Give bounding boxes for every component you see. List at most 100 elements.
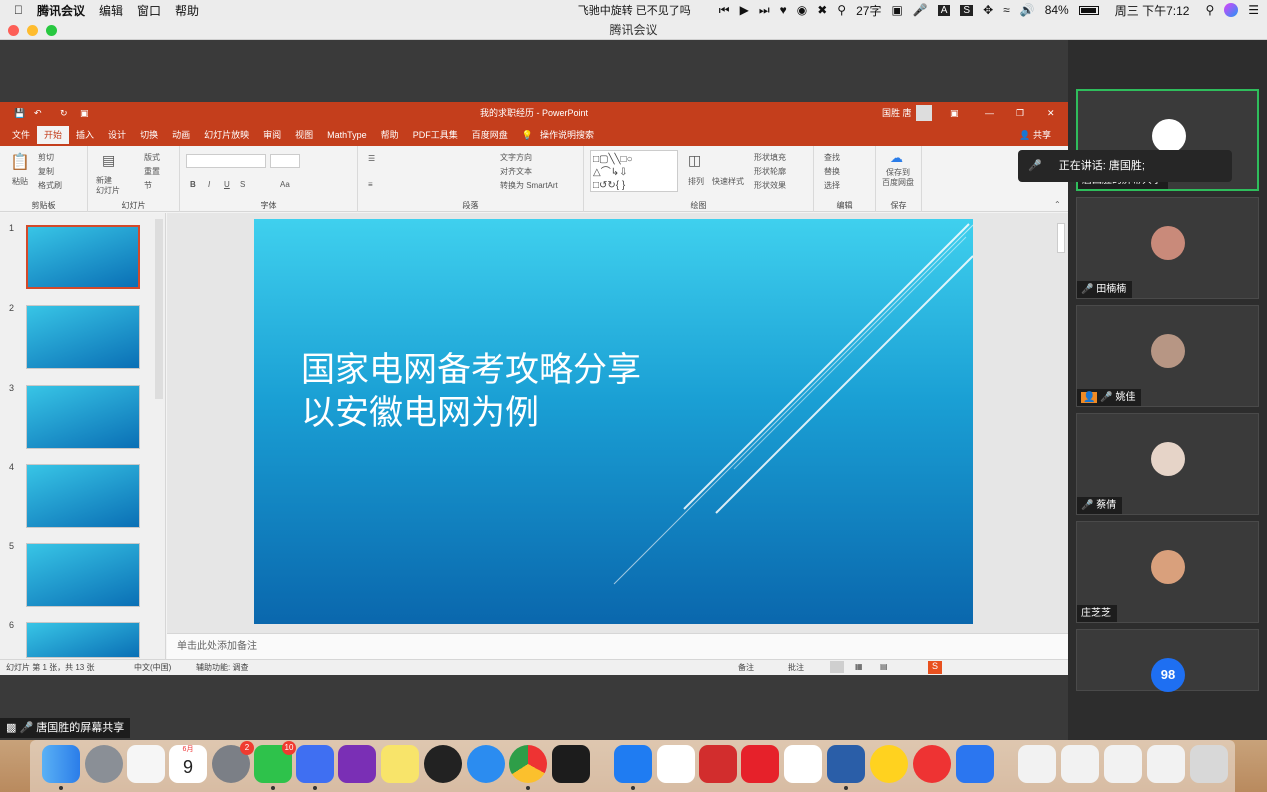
sogou-ime-icon[interactable]: S xyxy=(928,661,942,674)
ribbon-display-icon[interactable]: ▣ xyxy=(950,102,959,124)
font-name-select[interactable] xyxy=(186,154,266,168)
status-comments-button[interactable]: 批注 xyxy=(788,662,804,673)
screen-share-label[interactable]: ▩ 🎤 唐国胜的屏幕共享 xyxy=(0,718,131,738)
close-button[interactable] xyxy=(8,25,19,36)
safari-icon[interactable] xyxy=(467,745,505,783)
normal-view-icon[interactable] xyxy=(830,661,844,673)
shadow-icon[interactable]: S xyxy=(240,180,245,189)
tab-slideshow[interactable]: 幻灯片放映 xyxy=(197,126,256,144)
text-direction-button[interactable]: 文字方向 xyxy=(500,152,532,163)
recent-doc-1-icon[interactable] xyxy=(1018,745,1056,783)
align-left-icon[interactable]: ≡ xyxy=(368,180,373,189)
reading-view-icon[interactable]: ▤ xyxy=(880,662,888,671)
tab-animations[interactable]: 动画 xyxy=(165,126,197,144)
select-button[interactable]: 选择 xyxy=(824,180,840,191)
replace-button[interactable]: 替换 xyxy=(824,166,840,177)
menu-window[interactable]: 窗口 xyxy=(137,2,161,19)
qq-icon[interactable] xyxy=(424,745,462,783)
ppt-restore-icon[interactable]: ❐ xyxy=(1016,102,1024,124)
participant-tile-2[interactable]: 🎤 田楠楠 xyxy=(1076,197,1259,299)
next-track-icon[interactable]: ⏭ xyxy=(759,3,770,18)
editor-scrollbar[interactable] xyxy=(1057,223,1065,253)
tab-view[interactable]: 视图 xyxy=(288,126,320,144)
finder-icon[interactable] xyxy=(42,745,80,783)
pycharm-icon[interactable] xyxy=(552,745,590,783)
prev-track-icon[interactable]: ⏮ xyxy=(719,3,730,18)
user-avatar-icon[interactable] xyxy=(916,105,932,121)
globe-icon[interactable]: ◉ xyxy=(797,3,807,17)
recent-doc-2-icon[interactable] xyxy=(1061,745,1099,783)
status-language[interactable]: 中文(中国) xyxy=(134,662,171,673)
tab-file[interactable]: 文件 xyxy=(5,126,37,144)
launchpad-icon[interactable] xyxy=(85,745,123,783)
participant-tile-6[interactable]: 98 xyxy=(1076,629,1259,692)
baidu-cloud-icon[interactable]: ☁ xyxy=(890,150,903,166)
zoom-button[interactable] xyxy=(46,25,57,36)
slide-thumb-6[interactable] xyxy=(26,622,140,658)
slide-thumb-4[interactable] xyxy=(26,464,140,528)
tab-baidu[interactable]: 百度网盘 xyxy=(465,126,515,144)
tencent-meeting-icon[interactable] xyxy=(614,745,652,783)
save-baidu-button[interactable]: 保存到 百度网盘 xyxy=(882,168,914,188)
ppt-user[interactable]: 国胜 唐 xyxy=(882,102,912,124)
wps-icon[interactable] xyxy=(296,745,334,783)
notes-pane[interactable]: 单击此处添加备注 xyxy=(167,633,1068,659)
shapes-gallery[interactable]: □▢╲╲□○ △⌒↳⇩ □↺↻{ } xyxy=(590,150,678,192)
find-button[interactable]: 查找 xyxy=(824,152,840,163)
sorter-view-icon[interactable]: ▦ xyxy=(855,662,863,671)
clock[interactable]: 周三 下午7:12 xyxy=(1115,2,1190,19)
wifi-icon[interactable]: ≈ xyxy=(1003,3,1010,17)
shape-effects-button[interactable]: 形状效果 xyxy=(754,180,786,191)
tab-help[interactable]: 帮助 xyxy=(374,126,406,144)
now-playing[interactable]: 飞驰中旋转 已不见了吗 xyxy=(578,2,691,18)
section-button[interactable]: 节 xyxy=(144,180,152,191)
netease-music-icon[interactable] xyxy=(913,745,951,783)
font-icon[interactable]: A xyxy=(937,4,951,16)
cut-button[interactable]: 剪切 xyxy=(38,152,54,163)
font-color-icon[interactable]: Aa xyxy=(280,180,290,189)
slide-thumb-3[interactable] xyxy=(26,385,140,449)
slide-title[interactable]: 国家电网备考攻略分享 以安徽电网为例 xyxy=(301,349,641,435)
tab-insert[interactable]: 插入 xyxy=(69,126,101,144)
quick-styles-button[interactable]: 快速样式 xyxy=(712,176,744,187)
tab-pdf[interactable]: PDF工具集 xyxy=(406,126,465,144)
photos-icon[interactable] xyxy=(127,745,165,783)
youdao-icon[interactable] xyxy=(741,745,779,783)
xmind-dock-icon[interactable] xyxy=(784,745,822,783)
siri-icon[interactable] xyxy=(1224,3,1239,17)
new-slide-button[interactable]: 新建 幻灯片 xyxy=(96,176,120,196)
tab-home[interactable]: 开始 xyxy=(37,126,70,144)
chrome-icon[interactable] xyxy=(509,745,547,783)
control-center-icon[interactable]: ☰ xyxy=(1248,3,1259,17)
current-slide[interactable]: 国家电网备考攻略分享 以安徽电网为例 xyxy=(254,219,973,624)
qat-redo-icon[interactable]: ↻ xyxy=(60,102,68,124)
tab-design[interactable]: 设计 xyxy=(101,126,133,144)
notes-icon[interactable] xyxy=(381,745,419,783)
tab-transitions[interactable]: 切换 xyxy=(133,126,165,144)
copy-button[interactable]: 复制 xyxy=(38,166,54,177)
baidu-netdisk-icon[interactable] xyxy=(657,745,695,783)
battery-icon[interactable] xyxy=(1078,5,1099,15)
trash-icon[interactable] xyxy=(1190,745,1228,783)
slide-thumb-5[interactable] xyxy=(26,543,140,607)
wechat-status-icon[interactable]: ▣ xyxy=(891,3,902,17)
participant-tile-4[interactable]: 🎤 蔡倩 xyxy=(1076,413,1259,515)
paste-button[interactable]: 粘贴 xyxy=(12,176,28,187)
heart-icon[interactable]: ♥ xyxy=(780,3,787,17)
arrange-icon[interactable]: ◫ xyxy=(688,152,701,169)
minimize-button[interactable] xyxy=(27,25,38,36)
grid-icon[interactable]: ✥ xyxy=(983,3,993,17)
tab-mathtype[interactable]: MathType xyxy=(320,126,374,144)
mic-icon[interactable]: 🎤 xyxy=(913,3,928,17)
tab-review[interactable]: 审阅 xyxy=(256,126,288,144)
shape-fill-button[interactable]: 形状填充 xyxy=(754,152,786,163)
recent-doc-4-icon[interactable] xyxy=(1147,745,1185,783)
s-icon[interactable]: S xyxy=(960,4,974,16)
qat-present-icon[interactable]: ▣ xyxy=(80,102,89,124)
participant-tile-5[interactable]: 庄芝芝 xyxy=(1076,521,1259,623)
align-text-button[interactable]: 对齐文本 xyxy=(500,166,532,177)
collapse-ribbon-icon[interactable]: ⌃ xyxy=(1054,200,1061,209)
status-accessibility[interactable]: 辅助功能: 调查 xyxy=(196,662,248,673)
ppt-minimize-icon[interactable]: — xyxy=(985,102,994,124)
menu-app[interactable]: 腾讯会议 xyxy=(37,2,85,19)
